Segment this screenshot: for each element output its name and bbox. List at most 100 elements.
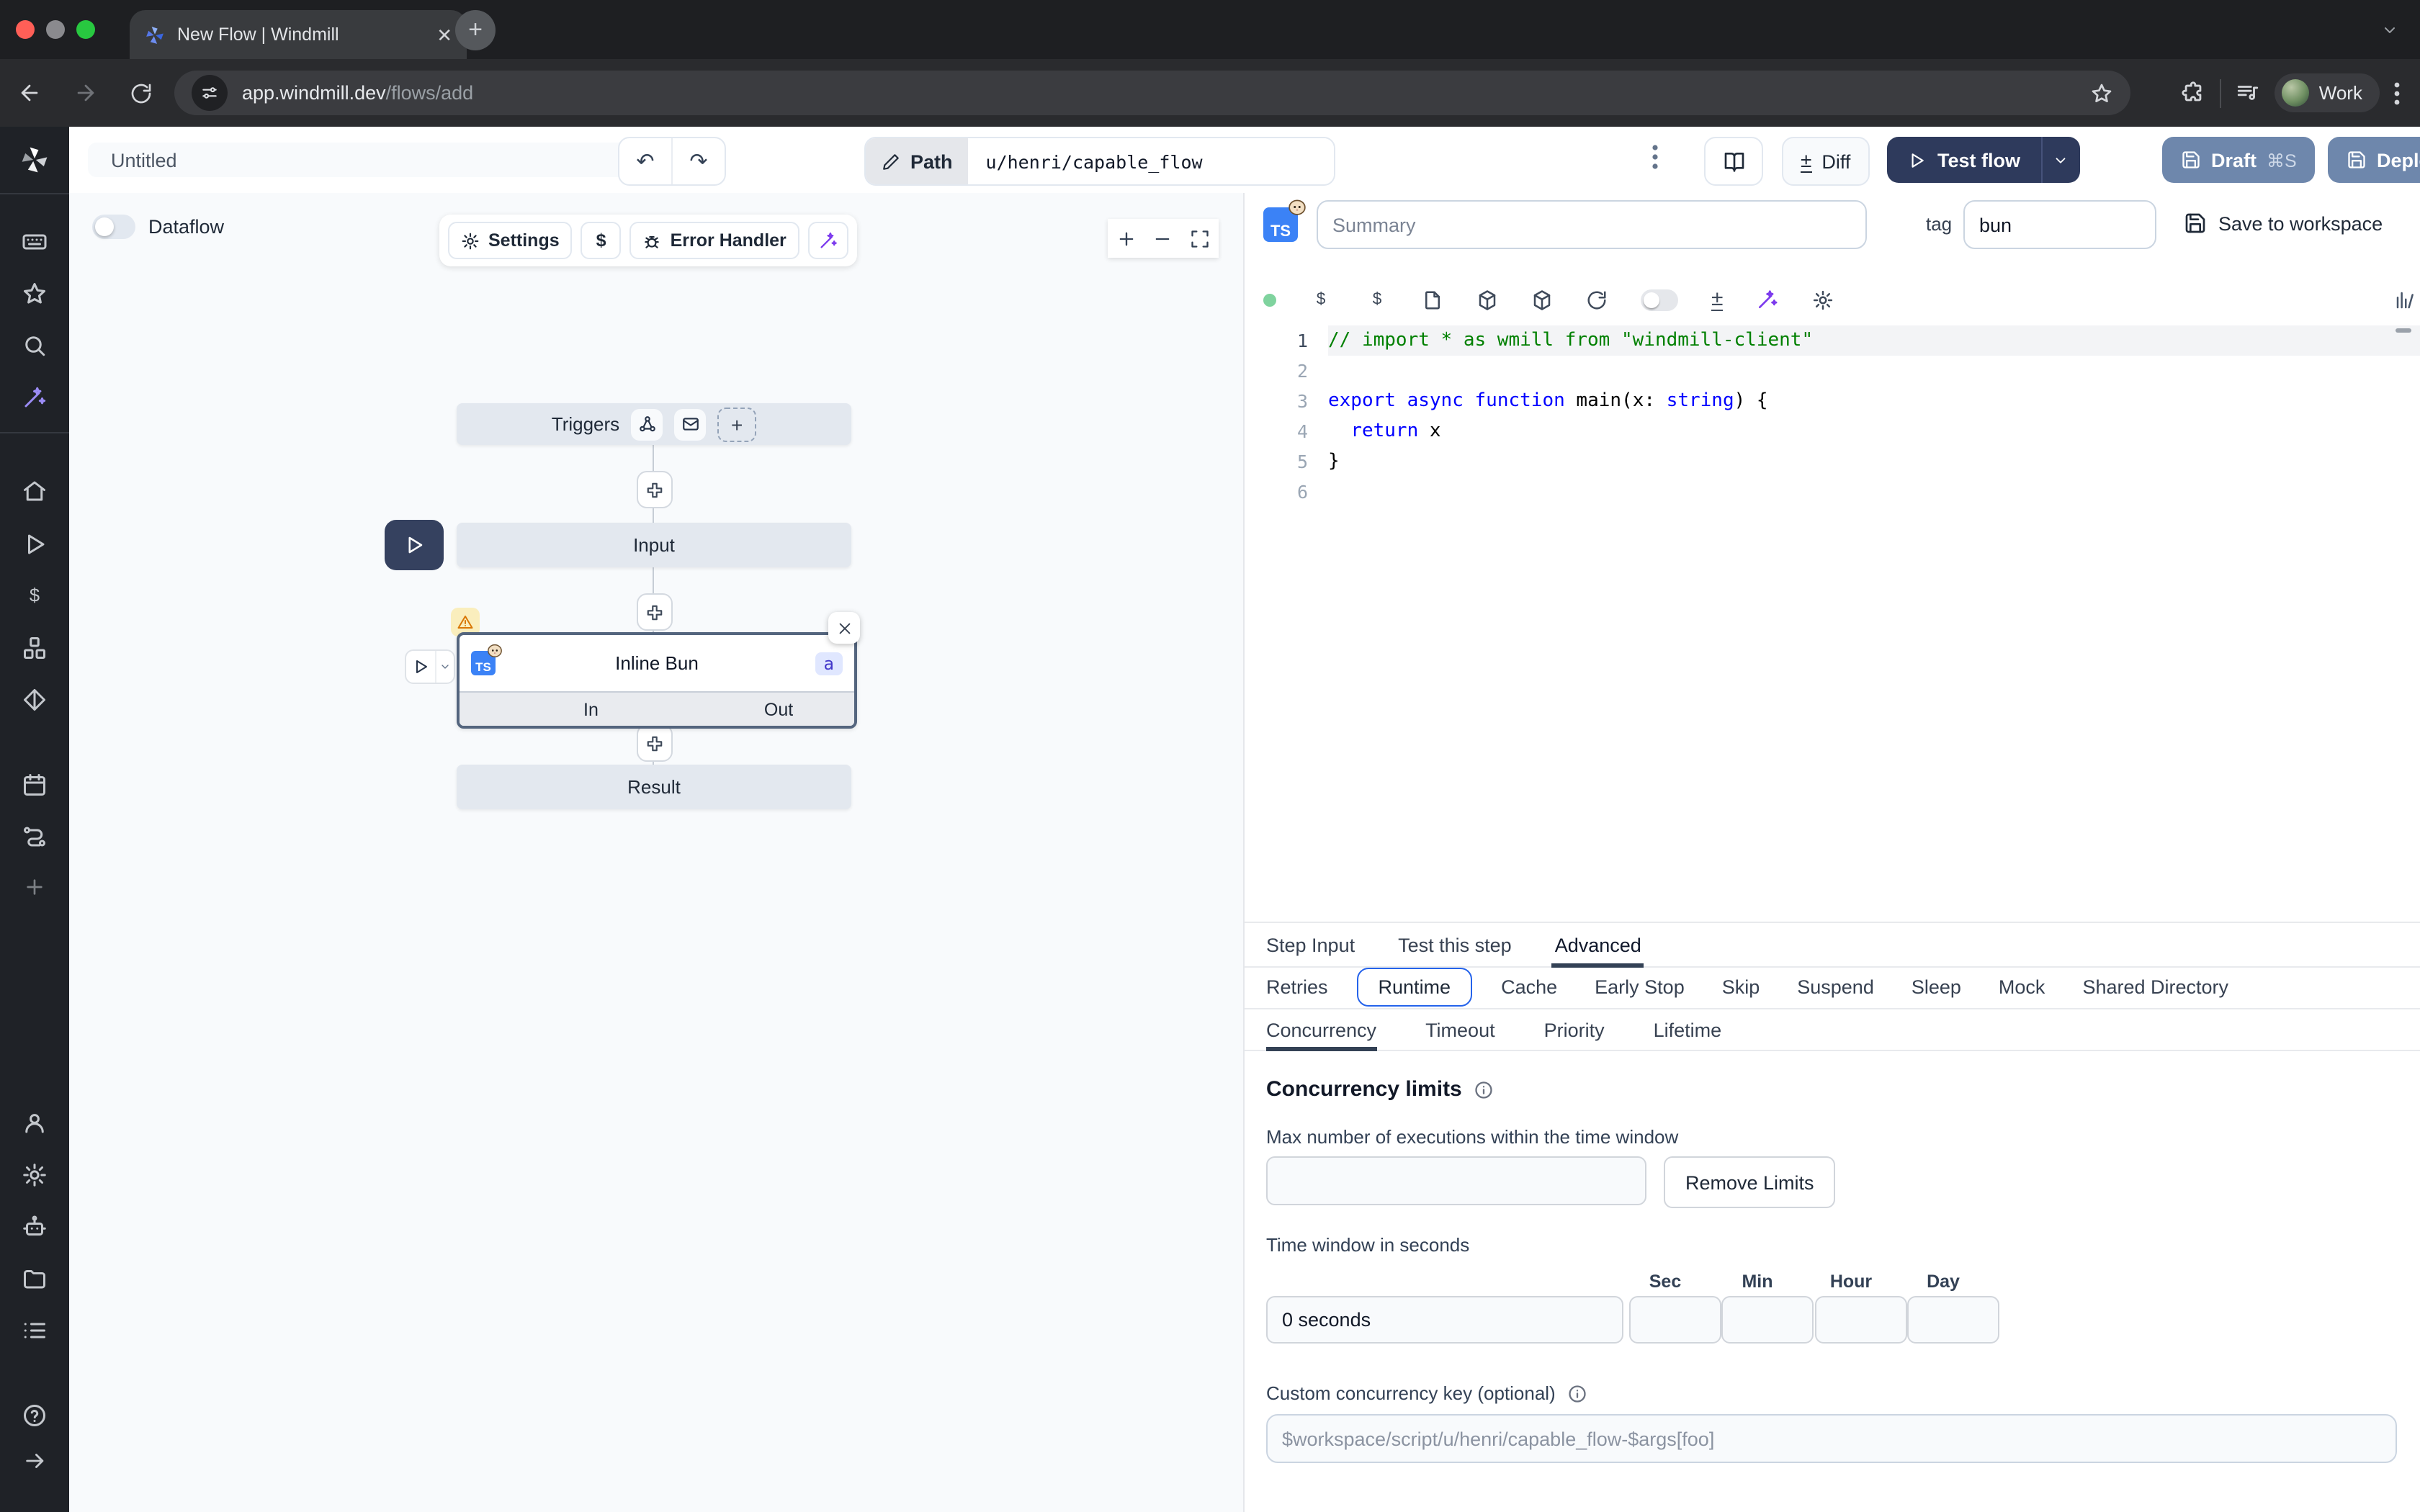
insert-step-button[interactable] bbox=[637, 593, 673, 631]
ai-flow-button[interactable] bbox=[808, 222, 848, 259]
save-draft-button[interactable]: Draft ⌘S bbox=[2162, 137, 2316, 183]
input-node[interactable]: Input bbox=[457, 523, 851, 567]
runtime-tab-concurrency[interactable]: Concurrency bbox=[1266, 1009, 1376, 1050]
flow-canvas[interactable]: Dataflow Settings $ Error Handler bbox=[69, 193, 1245, 1512]
reload-icon[interactable] bbox=[130, 81, 153, 104]
windmill-logo[interactable] bbox=[0, 144, 69, 176]
zoom-window-button[interactable] bbox=[76, 20, 95, 39]
editor-toggle[interactable] bbox=[1641, 289, 1678, 310]
ai-magic-wand-icon[interactable] bbox=[1756, 288, 1779, 311]
custom-concurrency-key-input[interactable] bbox=[1266, 1414, 2397, 1463]
code-line-6[interactable]: 6 bbox=[1245, 477, 2420, 507]
help-icon[interactable] bbox=[0, 1403, 69, 1428]
schedules-icon[interactable] bbox=[0, 772, 69, 798]
info-icon[interactable] bbox=[1567, 1383, 1587, 1403]
max-executions-input[interactable] bbox=[1266, 1156, 1646, 1205]
unit-input-sec[interactable] bbox=[1629, 1296, 1721, 1344]
add-icon[interactable] bbox=[0, 876, 69, 899]
forward-icon[interactable] bbox=[73, 81, 98, 105]
unit-input-day[interactable] bbox=[1907, 1296, 1999, 1344]
address-bar[interactable]: app.windmill.dev/flows/add bbox=[174, 71, 2130, 115]
audit-logs-icon[interactable] bbox=[0, 1318, 69, 1344]
code-line-1[interactable]: 1// import * as wmill from "windmill-cli… bbox=[1245, 325, 2420, 356]
library-icon[interactable] bbox=[2394, 289, 2416, 310]
advanced-tab-cache[interactable]: Cache bbox=[1501, 976, 1557, 998]
advanced-tab-retries[interactable]: Retries bbox=[1266, 976, 1328, 998]
code-line-3[interactable]: 3export async function main(x: string) { bbox=[1245, 386, 2420, 416]
tab-advanced[interactable]: Advanced bbox=[1555, 923, 1641, 966]
info-icon[interactable] bbox=[1474, 1079, 1494, 1099]
tab-close-icon[interactable]: ✕ bbox=[436, 25, 452, 44]
runtime-tab-timeout[interactable]: Timeout bbox=[1425, 1009, 1495, 1050]
site-settings-icon[interactable] bbox=[192, 75, 228, 111]
package-icon[interactable] bbox=[1476, 289, 1498, 310]
more-options-icon[interactable] bbox=[1652, 144, 1658, 170]
test-flow-button[interactable]: Test flow bbox=[1887, 137, 2079, 183]
step-in-handle[interactable]: In bbox=[583, 699, 599, 719]
step-out-handle[interactable]: Out bbox=[764, 699, 793, 719]
code-editor[interactable]: 1// import * as wmill from "windmill-cli… bbox=[1245, 325, 2420, 922]
triggers-icon[interactable] bbox=[0, 687, 69, 713]
workers-icon[interactable] bbox=[0, 1214, 69, 1240]
browser-menu-icon[interactable] bbox=[2394, 81, 2400, 104]
tag-input[interactable] bbox=[1963, 200, 2156, 249]
variables-icon[interactable]: $ bbox=[0, 583, 69, 609]
advanced-tab-runtime[interactable]: Runtime bbox=[1357, 968, 1473, 1007]
bookmark-star-icon[interactable] bbox=[2090, 81, 2113, 104]
undo-button[interactable]: ↶ bbox=[619, 138, 671, 184]
browser-tab[interactable]: New Flow | Windmill ✕ bbox=[130, 10, 467, 59]
settings-gear-icon[interactable] bbox=[0, 1162, 69, 1188]
user-icon[interactable] bbox=[0, 1110, 69, 1136]
back-icon[interactable] bbox=[17, 81, 42, 105]
collapse-sidebar-icon[interactable] bbox=[0, 1449, 69, 1473]
script-icon[interactable] bbox=[1422, 289, 1443, 310]
resource-picker-icon[interactable]: $ bbox=[1366, 288, 1389, 311]
zoom-out-icon[interactable] bbox=[1153, 228, 1173, 248]
diff-button[interactable]: ± Diff bbox=[1782, 137, 1869, 186]
folders-icon[interactable] bbox=[0, 1266, 69, 1292]
result-node[interactable]: Result bbox=[457, 765, 851, 809]
remove-limits-button[interactable]: Remove Limits bbox=[1664, 1156, 1836, 1208]
runtime-tab-lifetime[interactable]: Lifetime bbox=[1654, 1009, 1722, 1050]
code-line-4[interactable]: 4 return x bbox=[1245, 416, 2420, 446]
star-icon[interactable] bbox=[0, 281, 69, 307]
error-handler-button[interactable]: Error Handler bbox=[630, 222, 799, 259]
diff-icon[interactable]: ± bbox=[1711, 287, 1723, 312]
runs-icon[interactable] bbox=[0, 531, 69, 557]
routes-icon[interactable] bbox=[0, 824, 69, 850]
add-trigger-button[interactable]: + bbox=[717, 407, 756, 441]
advanced-tab-sleep[interactable]: Sleep bbox=[1912, 976, 1961, 998]
summary-input[interactable] bbox=[1317, 200, 1867, 249]
extensions-icon[interactable] bbox=[2181, 81, 2205, 105]
save-to-workspace-button[interactable]: Save to workspace bbox=[2184, 212, 2383, 235]
path-field[interactable]: Path u/henri/capable_flow bbox=[864, 137, 1336, 186]
dataflow-toggle[interactable] bbox=[92, 215, 135, 239]
unit-input-min[interactable] bbox=[1721, 1296, 1814, 1344]
flow-variables-button[interactable]: $ bbox=[581, 222, 622, 259]
docs-button[interactable] bbox=[1704, 137, 1763, 186]
tab-search-chevron-icon[interactable] bbox=[2371, 14, 2408, 46]
step-node-inline-bun[interactable]: TS Inline Bun a In Out bbox=[457, 632, 857, 729]
ai-magic-wand-icon[interactable] bbox=[0, 384, 69, 410]
window-controls[interactable] bbox=[16, 20, 95, 39]
editor-settings-gear-icon[interactable] bbox=[1812, 289, 1834, 310]
runtime-tab-priority[interactable]: Priority bbox=[1544, 1009, 1605, 1050]
advanced-tab-skip[interactable]: Skip bbox=[1722, 976, 1760, 998]
advanced-tab-mock[interactable]: Mock bbox=[1999, 976, 2045, 998]
time-window-input[interactable] bbox=[1266, 1296, 1623, 1344]
tab-test-this-step[interactable]: Test this step bbox=[1398, 923, 1512, 966]
media-controls-icon[interactable] bbox=[2236, 81, 2260, 105]
code-line-5[interactable]: 5} bbox=[1245, 446, 2420, 477]
advanced-tab-shared-directory[interactable]: Shared Directory bbox=[2082, 976, 2228, 998]
webhook-trigger-button[interactable] bbox=[631, 408, 663, 440]
run-step-split-button[interactable] bbox=[405, 649, 455, 684]
advanced-tab-early-stop[interactable]: Early Stop bbox=[1595, 976, 1685, 998]
keyboard-icon[interactable] bbox=[0, 229, 69, 255]
test-flow-dropdown[interactable] bbox=[2040, 137, 2079, 183]
home-icon[interactable] bbox=[0, 478, 69, 504]
insert-step-button[interactable] bbox=[637, 471, 673, 508]
resources-icon[interactable] bbox=[0, 635, 69, 661]
fit-view-icon[interactable] bbox=[1190, 228, 1210, 248]
new-tab-button[interactable]: + bbox=[455, 10, 496, 50]
triggers-node[interactable]: Triggers + bbox=[457, 403, 851, 445]
